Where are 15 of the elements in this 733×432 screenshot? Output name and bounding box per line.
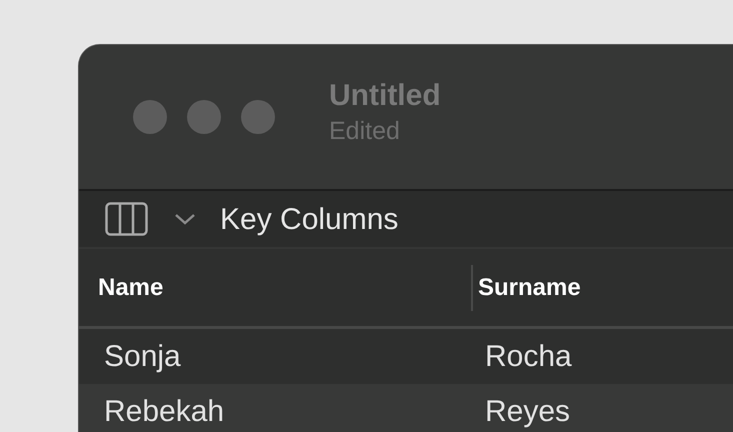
table-cell-text: Reyes — [485, 394, 570, 430]
window-subtitle: Edited — [329, 116, 401, 147]
column-header[interactable]: Surname — [478, 270, 581, 306]
column-header[interactable]: Name — [98, 270, 164, 306]
close-button[interactable] — [133, 100, 167, 134]
table-row[interactable]: Rebekah Reyes — [79, 384, 733, 432]
table-cell-text: Rebekah — [103, 394, 226, 430]
toolbar-title: Key Columns — [220, 202, 398, 238]
minimize-button[interactable] — [187, 100, 221, 134]
window-title: Untitled — [329, 78, 441, 114]
table-cell-text: Sonja — [103, 339, 182, 375]
chevron-down-icon[interactable] — [174, 212, 196, 226]
columns-icon[interactable] — [105, 202, 148, 236]
zoom-button[interactable] — [241, 100, 275, 134]
table-cell-text: Rocha — [485, 339, 572, 375]
